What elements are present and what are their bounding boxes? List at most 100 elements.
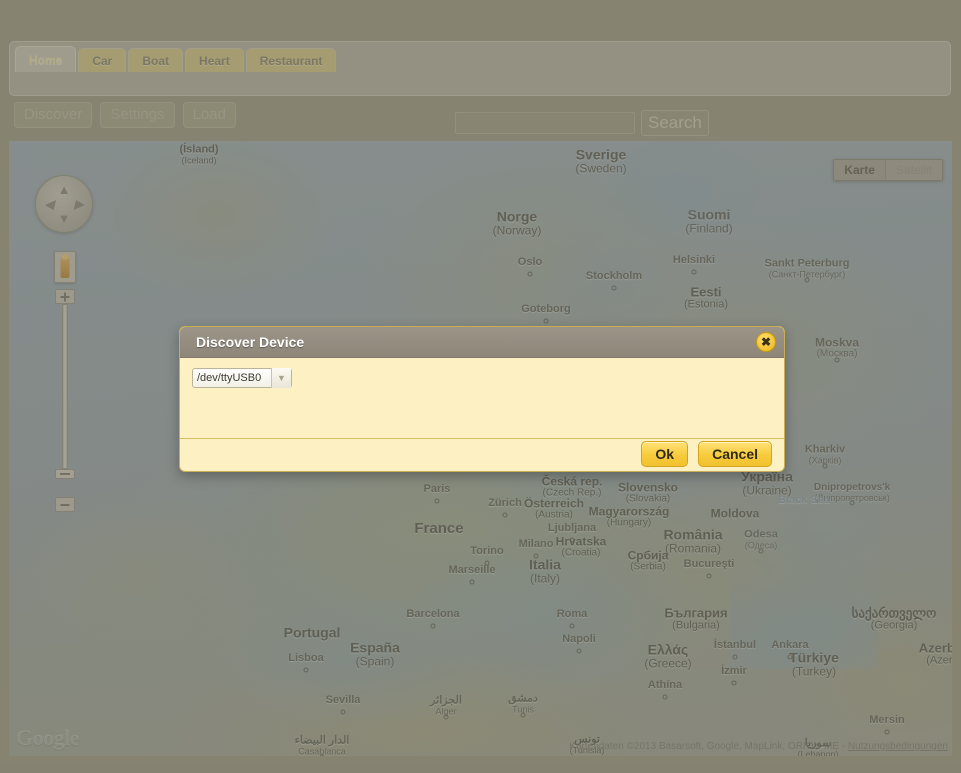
map-label-native: Dnipropetrovs'k: [813, 482, 891, 494]
discover-button[interactable]: Discover: [14, 102, 93, 128]
map-label: دمشق Tunis: [508, 692, 538, 715]
map-label-native: Roma: [556, 608, 588, 621]
map-label: İstanbul: [714, 640, 756, 652]
map-label: Roma: [557, 609, 588, 621]
map-label-native: Milano: [518, 538, 554, 551]
tab-heart[interactable]: Heart: [185, 48, 244, 72]
map-label-english: (Iceland): [181, 155, 217, 166]
map-label-native: Zürich: [488, 497, 522, 510]
map-label: България (Bulgaria): [664, 606, 727, 631]
tab-car[interactable]: Car: [78, 48, 127, 72]
map-label: France: [414, 521, 463, 537]
google-logo: Google: [16, 725, 80, 750]
map-label: Ljubljana: [548, 523, 596, 535]
search-button[interactable]: Search: [641, 110, 709, 136]
discover-device-dialog: Discover Device ✖ /dev/ttyUSB0 ▼ Ok Canc…: [179, 326, 785, 472]
dialog-title: Discover Device: [196, 334, 305, 350]
map-label: Portugal: [284, 625, 341, 641]
map-label-english: (Czech Rep.): [542, 487, 602, 499]
map-label-english: (Croatia): [561, 547, 601, 559]
map-city-dot: [520, 712, 526, 718]
map-label: Slovensko (Slovakia): [618, 481, 678, 504]
map-label-native: Black Sea: [778, 494, 830, 506]
map-label-native: (Ísland): [179, 143, 219, 156]
map-city-dot: [443, 714, 449, 720]
zoom-slider-track[interactable]: [62, 304, 68, 469]
close-icon[interactable]: ✖: [756, 332, 776, 352]
chevron-down-icon[interactable]: ▼: [271, 368, 291, 388]
map-label-native: Lisboa: [288, 652, 324, 665]
map-label-english: (Serbia): [630, 561, 666, 573]
map-label-english: (Italy): [530, 571, 560, 586]
map-label: Србија (Serbia): [628, 549, 669, 572]
map-label-english: (Austria): [535, 509, 573, 521]
application-window: Home Car Boat Heart Restaurant Discover Sett…: [0, 0, 961, 773]
map-label: Paris: [424, 484, 451, 496]
map-label: Sevilla: [326, 695, 361, 707]
pan-left-icon[interactable]: ◀: [44, 198, 54, 211]
zoom-in-button[interactable]: [55, 289, 75, 304]
tab-boat[interactable]: Boat: [128, 48, 184, 72]
map-type-karte[interactable]: Karte: [834, 160, 885, 180]
map-city-dot: [303, 667, 309, 673]
map-label-english: (Azerb.: [926, 654, 952, 667]
map-city-dot: [822, 463, 828, 469]
map-label-english: (Hungary): [606, 517, 652, 529]
device-select[interactable]: /dev/ttyUSB0 ▼: [192, 368, 292, 388]
zoom-slider-thumb[interactable]: [55, 469, 75, 479]
main-toolbar: Discover Settings Load: [14, 102, 236, 128]
map-label-native: دمشق: [508, 692, 538, 705]
pegman-head: [61, 254, 69, 260]
map-label-native: Napoli: [562, 633, 596, 646]
map-city-dot: [731, 680, 737, 686]
map-label-native: Bucureşti: [683, 558, 735, 571]
map-label: Napoli: [562, 634, 596, 646]
map-city-dot: [706, 573, 712, 579]
map-label-english: (Bulgaria): [672, 619, 720, 632]
zoom-control: [55, 289, 75, 512]
street-view-pegman-icon[interactable]: [54, 251, 76, 283]
ok-button[interactable]: Ok: [641, 441, 689, 467]
pan-down-icon[interactable]: ▼: [58, 212, 71, 225]
map-label: Italia (Italy): [529, 557, 561, 584]
device-select-value: /dev/ttyUSB0: [197, 372, 262, 384]
settings-button[interactable]: Settings: [100, 102, 175, 128]
map-label: Österreich (Austria): [524, 497, 584, 520]
map-label-native: España: [350, 639, 400, 656]
map-label: Lisboa: [288, 653, 323, 665]
zoom-out-button[interactable]: [55, 497, 75, 512]
map-label: Magyarország (Hungary): [589, 505, 670, 528]
map-label: Česká rep. (Czech Rep.): [542, 475, 603, 498]
load-button[interactable]: Load: [182, 102, 236, 128]
map-city-dot: [430, 623, 436, 629]
map-label: Goteborg: [521, 304, 571, 316]
pan-control[interactable]: ▲ ▼ ◀ ▶: [35, 175, 93, 233]
map-city-dot: [576, 648, 582, 654]
map-label: Türkiye (Turkey): [789, 650, 839, 677]
map-label-native: Athína: [647, 679, 683, 692]
tab-home[interactable]: Home: [15, 46, 77, 72]
map-label-native: Magyarország: [588, 504, 670, 519]
map-city-dot: [502, 512, 508, 518]
map-type-satellit[interactable]: Satellit: [884, 160, 942, 180]
tab-panel: Home Car Boat Heart Restaurant: [9, 41, 951, 96]
map-label: საქართველო (Georgia): [852, 606, 937, 631]
map-label-native: Ελλάς: [647, 641, 689, 658]
pan-up-icon[interactable]: ▲: [58, 183, 71, 196]
map-label-native: France: [414, 520, 464, 538]
map-label-native: Sevilla: [325, 694, 361, 707]
map-label-native: Italia: [529, 556, 561, 573]
search-input[interactable]: [455, 112, 635, 134]
map-label-native: İzmir: [721, 665, 747, 678]
map-label: الدار البيضاء Casablanca: [295, 735, 350, 756]
map-label-native: الجزائر: [430, 694, 462, 707]
pan-right-icon[interactable]: ▶: [74, 198, 84, 211]
attribution-text: Kartendaten ©2013 Basarsoft, Google, Map…: [569, 741, 848, 752]
map-label-native: Paris: [423, 483, 451, 496]
map-label-native: İstanbul: [713, 639, 757, 652]
map-label-english: (Slovakia): [625, 493, 671, 505]
cancel-button[interactable]: Cancel: [698, 441, 772, 467]
attribution-terms-link[interactable]: Nutzungsbedingungen: [848, 741, 948, 752]
map-label: Hrvatska (Croatia): [556, 535, 607, 558]
tab-restaurant[interactable]: Restaurant: [245, 48, 337, 72]
